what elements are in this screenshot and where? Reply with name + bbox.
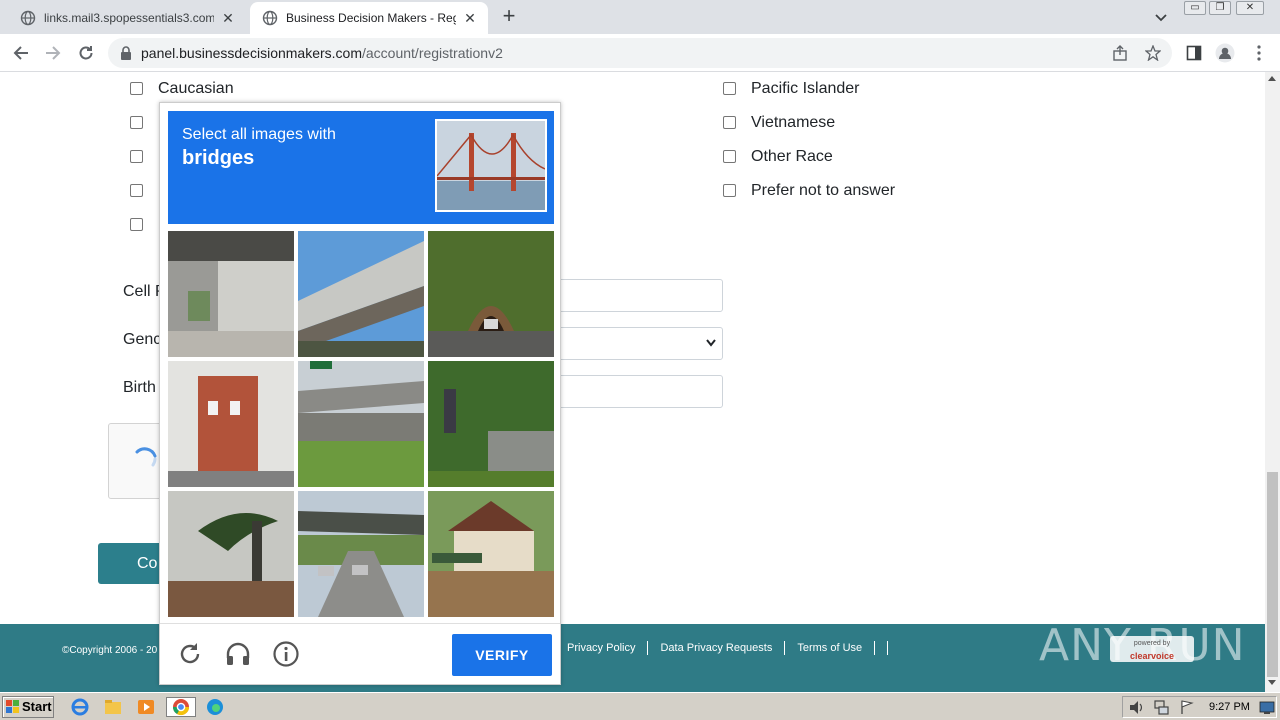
url-host: panel.businessdecisionmakers.com bbox=[141, 45, 362, 61]
captcha-challenge-dialog: Select all images with bridges VERIFY bbox=[159, 102, 561, 685]
badge-powered-by: powered by bbox=[1133, 640, 1171, 647]
captcha-instruction: Select all images with bbox=[182, 126, 336, 143]
footer-links: Privacy Policy Data Privacy Requests Ter… bbox=[555, 641, 889, 655]
race-checkbox[interactable] bbox=[130, 184, 143, 197]
profile-avatar-icon[interactable] bbox=[1214, 42, 1236, 64]
captcha-tile[interactable] bbox=[168, 231, 294, 357]
tab-title: Business Decision Makers - Registrat bbox=[286, 11, 456, 25]
chrome-taskbar-button[interactable] bbox=[166, 697, 196, 717]
close-tab-icon[interactable]: ✕ bbox=[220, 10, 236, 26]
url-path: /account/registrationv2 bbox=[362, 45, 503, 61]
browser-tab-links[interactable]: links.mail3.spopessentials3.com/serv ✕ bbox=[8, 2, 246, 34]
footer-link-privacy-policy[interactable]: Privacy Policy bbox=[555, 641, 649, 655]
captcha-tile[interactable] bbox=[298, 361, 424, 487]
captcha-target: bridges bbox=[182, 147, 255, 169]
edge-icon[interactable] bbox=[204, 697, 226, 717]
reload-icon[interactable] bbox=[176, 640, 204, 668]
file-explorer-icon[interactable] bbox=[102, 697, 124, 717]
scroll-up-arrow-icon[interactable] bbox=[1268, 76, 1276, 81]
loading-spinner-icon bbox=[135, 447, 157, 467]
globe-icon bbox=[20, 10, 36, 26]
race-checkbox-prefer-not[interactable] bbox=[723, 184, 736, 197]
scroll-down-arrow-icon[interactable] bbox=[1268, 680, 1276, 685]
info-icon[interactable] bbox=[272, 640, 300, 668]
chrome-icon bbox=[172, 699, 190, 716]
race-checkbox-other[interactable] bbox=[723, 150, 736, 163]
captcha-footer: VERIFY bbox=[160, 623, 560, 685]
forward-arrow-icon[interactable] bbox=[42, 42, 64, 64]
captcha-tile[interactable] bbox=[298, 491, 424, 617]
birth-date-label: Birth bbox=[123, 379, 156, 396]
vertical-scrollbar[interactable] bbox=[1265, 72, 1280, 692]
url-text: panel.businessdecisionmakers.com/account… bbox=[141, 45, 503, 61]
race-checkbox[interactable] bbox=[130, 218, 143, 231]
windows-logo-icon bbox=[6, 700, 19, 713]
close-window-button[interactable]: ✕ bbox=[1236, 1, 1264, 15]
race-checkbox[interactable] bbox=[130, 150, 143, 163]
birth-date-input[interactable] bbox=[555, 375, 723, 408]
close-tab-icon[interactable]: ✕ bbox=[462, 10, 478, 26]
start-button[interactable]: Start bbox=[2, 696, 54, 718]
system-tray: 9:27 PM bbox=[1122, 696, 1277, 718]
race-label-prefer-not: Prefer not to answer bbox=[751, 182, 896, 199]
new-tab-button[interactable]: + bbox=[499, 5, 519, 27]
address-bar[interactable]: panel.businessdecisionmakers.com/account… bbox=[108, 38, 1172, 68]
cell-phone-input[interactable] bbox=[555, 279, 723, 312]
race-label-other: Other Race bbox=[751, 148, 833, 165]
network-icon[interactable] bbox=[1153, 700, 1169, 715]
reload-icon[interactable] bbox=[75, 42, 97, 64]
footer-link-data-privacy-requests[interactable]: Data Privacy Requests bbox=[648, 641, 786, 655]
taskbar-clock: 9:27 PM bbox=[1209, 701, 1250, 713]
minimize-window-button[interactable]: ▭ bbox=[1184, 1, 1206, 15]
clearvoice-badge[interactable]: powered by clearvoice bbox=[1110, 636, 1194, 662]
back-arrow-icon[interactable] bbox=[10, 42, 32, 64]
footer-link-terms-of-use[interactable]: Terms of Use bbox=[785, 641, 876, 655]
gender-label: Genc bbox=[123, 331, 162, 348]
browser-tab-bar: links.mail3.spopessentials3.com/serv ✕ B… bbox=[0, 0, 1280, 34]
show-desktop-icon[interactable] bbox=[1259, 700, 1275, 715]
captcha-image-grid bbox=[168, 231, 554, 617]
headphones-icon[interactable] bbox=[224, 640, 252, 668]
continue-button[interactable]: Co bbox=[98, 543, 168, 584]
flag-icon[interactable] bbox=[1179, 700, 1195, 715]
captcha-tile[interactable] bbox=[168, 491, 294, 617]
captcha-tile[interactable] bbox=[298, 231, 424, 357]
gender-select[interactable] bbox=[555, 327, 723, 360]
volume-icon[interactable] bbox=[1129, 700, 1145, 715]
race-checkbox-pacific-islander[interactable] bbox=[723, 82, 736, 95]
race-label-caucasian: Caucasian bbox=[158, 80, 234, 97]
footer-link-empty[interactable] bbox=[875, 641, 889, 655]
verify-button[interactable]: VERIFY bbox=[452, 634, 552, 676]
lock-icon bbox=[121, 46, 131, 60]
chevron-down-icon[interactable] bbox=[1152, 8, 1170, 26]
copyright-text: ©Copyright 2006 - 20 bbox=[62, 645, 158, 656]
side-panel-icon[interactable] bbox=[1183, 42, 1205, 64]
start-label: Start bbox=[22, 699, 52, 714]
browser-toolbar: panel.businessdecisionmakers.com/account… bbox=[0, 34, 1280, 72]
captcha-tile[interactable] bbox=[168, 361, 294, 487]
browser-tab-registration[interactable]: Business Decision Makers - Registrat ✕ bbox=[250, 2, 488, 34]
tab-title: links.mail3.spopessentials3.com/serv bbox=[44, 11, 214, 25]
media-player-icon[interactable] bbox=[135, 697, 157, 717]
captcha-tile[interactable] bbox=[428, 231, 554, 357]
captcha-header: Select all images with bridges bbox=[168, 111, 554, 224]
globe-icon bbox=[262, 10, 278, 26]
restore-window-button[interactable]: ❐ bbox=[1209, 1, 1231, 15]
chevron-down-icon bbox=[706, 339, 716, 347]
badge-brand: clearvoice bbox=[1129, 651, 1175, 661]
star-icon[interactable] bbox=[1145, 45, 1161, 61]
share-icon[interactable] bbox=[1112, 45, 1128, 61]
race-label-pacific-islander: Pacific Islander bbox=[751, 80, 860, 97]
race-checkbox-caucasian[interactable] bbox=[130, 82, 143, 95]
windows-taskbar: Start 9:27 PM bbox=[0, 692, 1280, 720]
kebab-menu-icon[interactable] bbox=[1248, 42, 1270, 64]
scrollbar-thumb[interactable] bbox=[1267, 472, 1278, 677]
captcha-tile[interactable] bbox=[428, 491, 554, 617]
captcha-sample-image bbox=[435, 119, 547, 212]
internet-explorer-icon[interactable] bbox=[69, 697, 91, 717]
captcha-tile[interactable] bbox=[428, 361, 554, 487]
race-label-vietnamese: Vietnamese bbox=[751, 114, 836, 131]
race-checkbox[interactable] bbox=[130, 116, 143, 129]
race-checkbox-vietnamese[interactable] bbox=[723, 116, 736, 129]
